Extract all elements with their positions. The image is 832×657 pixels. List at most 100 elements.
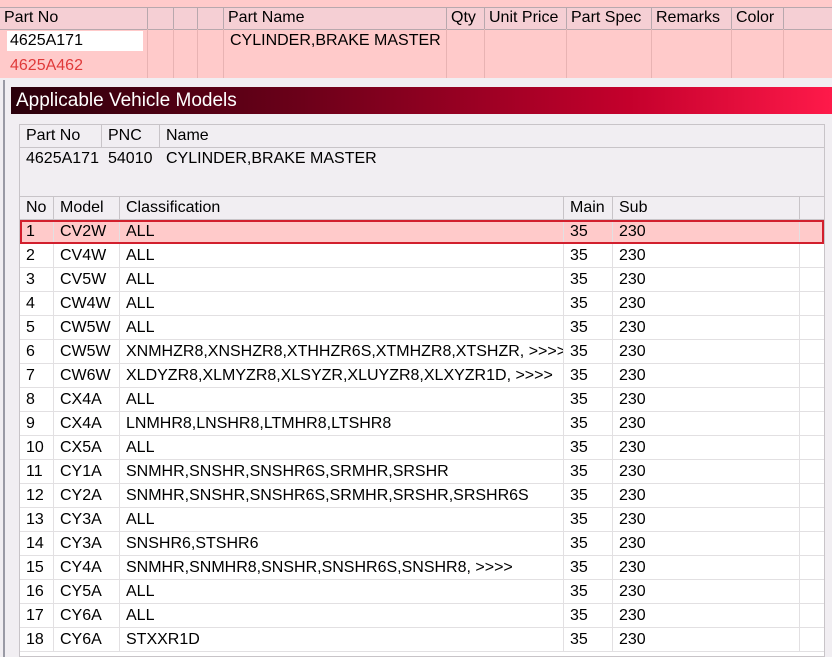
table-row[interactable]: 16 CY5A ALL 35 230 [20,580,824,604]
cell-part-no[interactable]: 4625A171 4625A462 [0,29,148,78]
cell-model: CY6A [54,628,120,651]
cell-filler [800,364,824,387]
table-row[interactable]: 10 CX5A ALL 35 230 [20,436,824,460]
table-row[interactable]: 8 CX4A ALL 35 230 [20,388,824,412]
cell-sub: 230 [613,244,800,267]
cell-main: 35 [564,364,613,387]
table-row[interactable]: 11 CY1A SNMHR,SNSHR,SNSHR6S,SRMHR,SRSHR 35 2… [20,460,824,484]
col-header-main[interactable]: Main [564,197,613,219]
cell-model: CX5A [54,436,120,459]
col-header-remarks[interactable]: Remarks [652,8,732,29]
cell-no: 14 [20,532,54,555]
col-header-blank-3[interactable] [198,8,224,29]
cell-model: CY6A [54,604,120,627]
col-header-filler [800,197,824,219]
col-header-sub[interactable]: Sub [613,197,800,219]
cell-no: 11 [20,460,54,483]
table-row[interactable]: 2 CV4W ALL 35 230 [20,244,824,268]
alt-part-no[interactable]: 4625A462 [10,56,83,76]
cell-no: 5 [20,316,54,339]
table-row[interactable]: 17 CY6A ALL 35 230 [20,604,824,628]
col-header-part-spec[interactable]: Part Spec [567,8,652,29]
cell-sub: 230 [613,532,800,555]
col-header-blank-2[interactable] [174,8,198,29]
cell-filler [800,316,824,339]
cell-classification: SNMHR,SNMHR8,SNSHR,SNSHR6S,SNSHR8, >>>> [120,556,564,579]
cell-classification: XLDYZR8,XLMYZR8,XLSYZR,XLUYZR8,XLXYZR1D,… [120,364,564,387]
cell-filler [800,460,824,483]
applicable-vehicle-models-dialog: Applicable Vehicle Models Part No PNC Na… [3,80,832,657]
table-row[interactable]: 1 CV2W ALL 35 230 [20,220,824,244]
cell-sub: 230 [613,508,800,531]
col-header-unit-price[interactable]: Unit Price [485,8,567,29]
table-row[interactable]: 3 CV5W ALL 35 230 [20,268,824,292]
cell-no: 16 [20,580,54,603]
col-header-no[interactable]: No [20,197,54,219]
cell-main: 35 [564,220,613,243]
cell-color [732,29,784,78]
selected-part-no[interactable]: 4625A171 [7,31,143,51]
col-header-part-name[interactable]: Part Name [224,8,447,29]
cell-filler [784,29,832,78]
cell-remarks [652,29,732,78]
cell-filler [800,556,824,579]
cell-sub: 230 [613,628,800,651]
table-row[interactable]: 6 CW5W XNMHZR8,XNSHZR8,XTHHZR6S,XTMHZR8,XT… [20,340,824,364]
cell-model: CW5W [54,316,120,339]
cell-classification: ALL [120,508,564,531]
cell-filler [800,268,824,291]
table-row[interactable]: 18 CY6A STXXR1D 35 230 [20,628,824,652]
cell-classification: SNMHR,SNSHR,SNSHR6S,SRMHR,SRSHR [120,460,564,483]
cell-sub: 230 [613,412,800,435]
cell-no: 1 [20,220,54,243]
cell-sub: 230 [613,580,800,603]
parts-grid-row[interactable]: 4625A171 4625A462 CYLINDER,BRAKE MASTER [0,29,832,78]
info-part-no: 4625A171 [26,150,99,167]
dialog-title-bar[interactable]: Applicable Vehicle Models [11,87,832,114]
cell-classification: LNMHR8,LNSHR8,LTMHR8,LTSHR8 [120,412,564,435]
col-header-classification[interactable]: Classification [120,197,564,219]
cell-filler [800,508,824,531]
table-row[interactable]: 15 CY4A SNMHR,SNMHR8,SNSHR,SNSHR6S,SNSHR8,… [20,556,824,580]
col-header-part-no[interactable]: Part No [0,8,148,29]
cell-model: CY1A [54,460,120,483]
cell-no: 4 [20,292,54,315]
cell-filler [800,292,824,315]
table-row[interactable]: 13 CY3A ALL 35 230 [20,508,824,532]
col-header-color[interactable]: Color [732,8,784,29]
cell-main: 35 [564,556,613,579]
col-header-qty[interactable]: Qty [447,8,485,29]
table-row[interactable]: 4 CW4W ALL 35 230 [20,292,824,316]
cell-classification: ALL [120,220,564,243]
cell-main: 35 [564,316,613,339]
cell-no: 17 [20,604,54,627]
table-row[interactable]: 5 CW5W ALL 35 230 [20,316,824,340]
cell-blank-1 [148,29,174,78]
cell-filler [800,388,824,411]
info-name: CYLINDER,BRAKE MASTER [166,150,377,167]
info-header-pnc: PNC [102,125,160,147]
table-row[interactable]: 9 CX4A LNMHR8,LNSHR8,LTMHR8,LTSHR8 35 230 [20,412,824,436]
table-row[interactable]: 7 CW6W XLDYZR8,XLMYZR8,XLSYZR,XLUYZR8,XLXY… [20,364,824,388]
cell-classification: ALL [120,316,564,339]
cell-part-name[interactable]: CYLINDER,BRAKE MASTER [224,29,447,78]
cell-model: CW6W [54,364,120,387]
cell-unit-price [485,29,567,78]
col-header-blank-1[interactable] [148,8,174,29]
cell-model: CY2A [54,484,120,507]
cell-no: 3 [20,268,54,291]
table-row[interactable]: 12 CY2A SNMHR,SNSHR,SNSHR6S,SRMHR,SRSHR,SR… [20,484,824,508]
cell-blank-3 [198,29,224,78]
cell-classification: ALL [120,436,564,459]
cell-filler [800,628,824,651]
cell-part-spec [567,29,652,78]
table-row[interactable]: 14 CY3A SNSHR6,STSHR6 35 230 [20,532,824,556]
col-header-model[interactable]: Model [54,197,120,219]
table-header: No Model Classification Main Sub [20,197,824,220]
info-header-part-no: Part No [20,125,102,147]
cell-qty [447,29,485,78]
cell-model: CY5A [54,580,120,603]
part-info-panel: Part No PNC Name 4625A171 54010 CYLINDER… [19,124,825,197]
cell-sub: 230 [613,604,800,627]
cell-main: 35 [564,244,613,267]
